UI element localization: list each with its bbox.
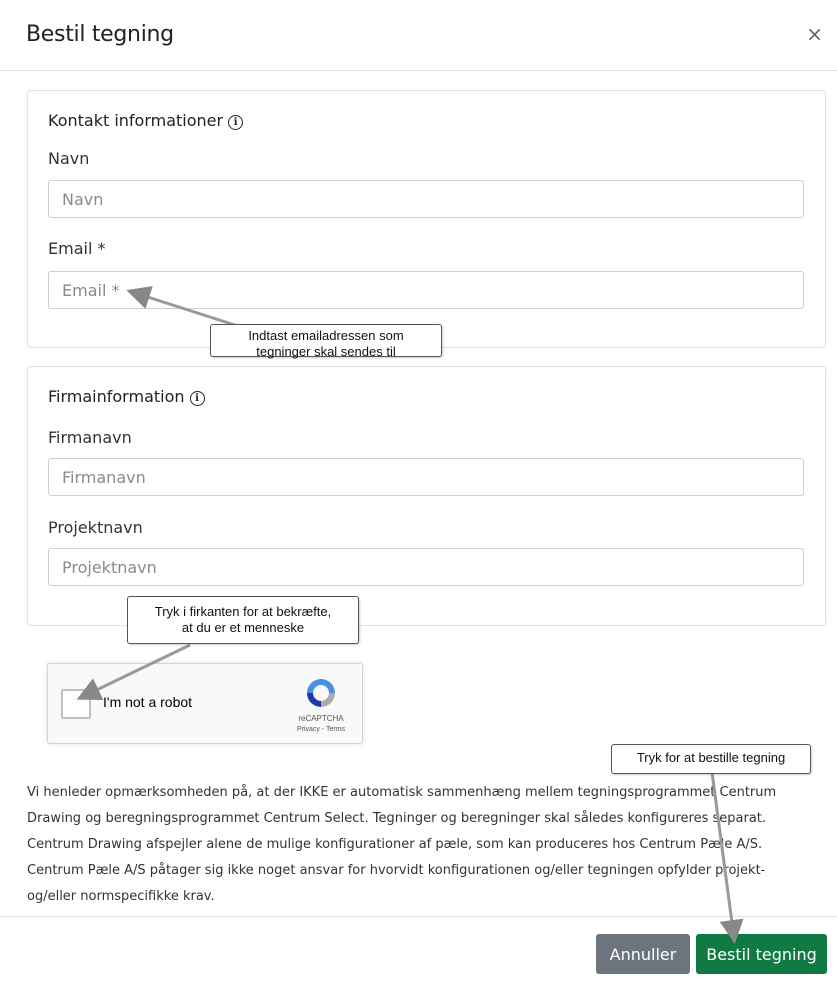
email-hint-callout: Indtast emailadressen som tegninger skal… [210,324,442,359]
disclaimer-text: Vi henleder opmærksomheden på, at der IK… [27,785,777,904]
recaptcha-widget: I'm not a robot reCAPTCHA Privacy - Term… [47,663,363,744]
dialog-header: Bestil tegning × [0,0,837,71]
info-icon[interactable]: i [189,391,205,406]
company-info-heading: Firmainformation i [48,387,205,406]
name-label: Navn [48,149,90,168]
recaptcha-logo-icon [307,679,335,707]
company-name-label: Firmanavn [48,428,132,447]
dialog-title: Bestil tegning [26,22,174,47]
cancel-button[interactable]: Annuller [596,934,690,974]
email-label: Email * [48,239,106,258]
email-input[interactable] [48,271,804,309]
info-icon[interactable]: i [228,115,244,130]
contact-info-card: Kontakt informationeri Navn Email * [27,90,826,348]
recaptcha-checkbox[interactable] [61,689,91,719]
recaptcha-brand: reCAPTCHA [298,714,344,723]
order-drawing-button[interactable]: Bestil tegning [696,934,827,974]
recaptcha-terms-link[interactable]: Privacy - Terms [286,726,356,733]
name-input[interactable] [48,180,804,218]
company-name-input[interactable] [48,458,804,496]
project-name-input[interactable] [48,548,804,586]
submit-hint-callout: Tryk for at bestille tegning [611,744,811,774]
captcha-hint-callout: Tryk i firkanten for at bekræfte, at du … [127,596,359,644]
contact-info-heading: Kontakt informationer i [48,111,244,130]
close-icon[interactable]: × [806,24,823,44]
recaptcha-label: I'm not a robot [103,694,193,710]
company-info-card: Firmainformationi Firmanavn Projektnavn [27,366,826,626]
project-name-label: Projektnavn [48,518,143,537]
